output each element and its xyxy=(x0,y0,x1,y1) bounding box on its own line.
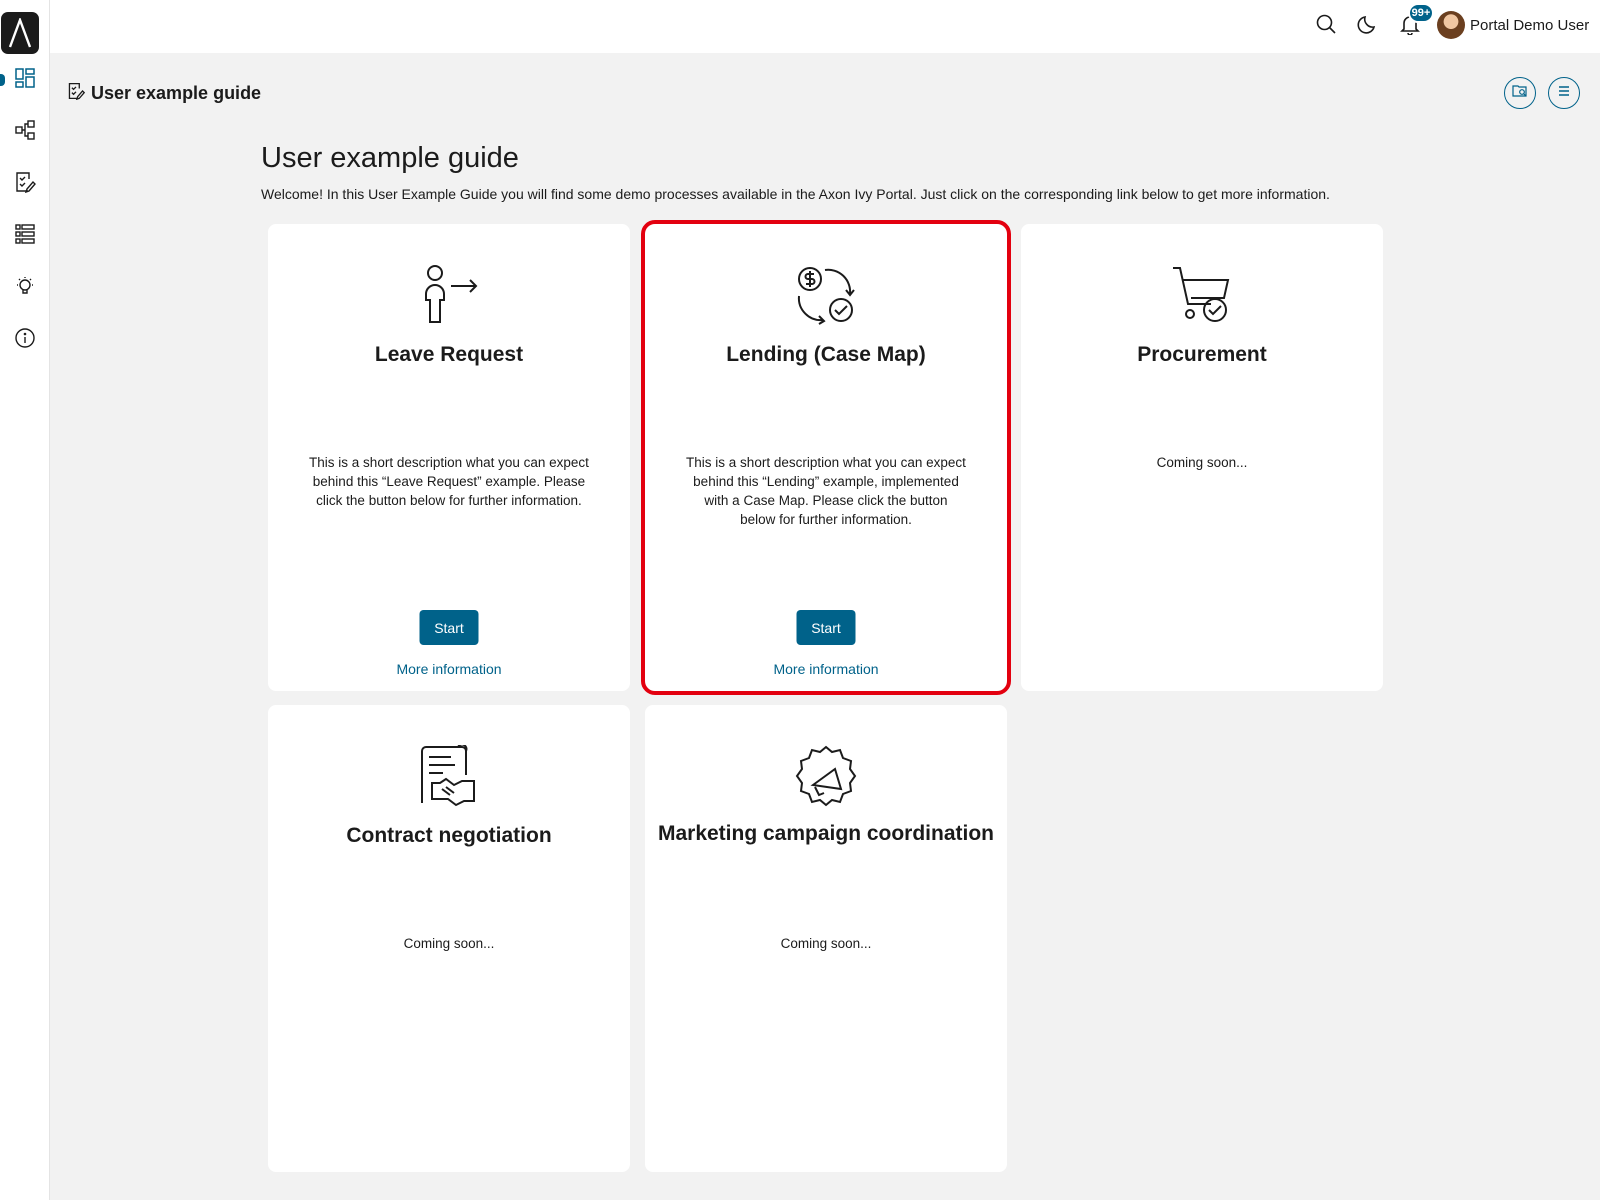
dark-mode-toggle[interactable] xyxy=(1355,13,1381,39)
folder-search-icon xyxy=(1512,83,1528,104)
process-search-button[interactable] xyxy=(1504,77,1536,109)
page-title: User example guide xyxy=(261,142,519,174)
page-edit-icon xyxy=(67,82,86,105)
menu-button[interactable] xyxy=(1548,77,1580,109)
lightbulb-icon xyxy=(14,275,36,302)
moon-icon xyxy=(1357,13,1379,40)
case-list-icon xyxy=(14,223,36,250)
shopping-cart-check-icon xyxy=(1171,264,1233,326)
more-information-link[interactable]: More information xyxy=(268,661,630,677)
card-marketing-campaign: Marketing campaign coordination Coming s… xyxy=(645,705,1007,1172)
start-button[interactable]: Start xyxy=(796,610,856,645)
intro-text: Welcome! In this User Example Guide you … xyxy=(261,186,1330,202)
search-icon xyxy=(1315,13,1337,40)
breadcrumb: User example guide xyxy=(67,82,261,105)
sidebar-item-about[interactable] xyxy=(9,324,41,356)
card-title: Leave Request xyxy=(374,343,524,366)
lending-money-icon xyxy=(795,264,857,326)
card-description: Coming soon... xyxy=(403,936,495,951)
card-lending-case-map: Lending (Case Map) This is a short descr… xyxy=(641,220,1011,695)
user-name[interactable]: Portal Demo User xyxy=(1470,17,1589,34)
process-icon xyxy=(14,119,36,146)
dashboard-icon xyxy=(14,67,36,94)
card-description: Coming soon... xyxy=(1156,455,1248,470)
person-leave-icon xyxy=(418,264,480,326)
sidebar xyxy=(0,0,50,1200)
card-title: Contract negotiation xyxy=(346,824,552,847)
card-title: Procurement xyxy=(1137,343,1267,366)
axon-ivy-logo[interactable] xyxy=(1,12,39,54)
card-description: This is a short description what you can… xyxy=(686,455,966,527)
sidebar-item-cases[interactable] xyxy=(9,220,41,252)
sidebar-item-processes[interactable] xyxy=(9,116,41,148)
task-edit-icon xyxy=(14,171,36,198)
search-button[interactable] xyxy=(1313,13,1339,39)
card-leave-request: Leave Request This is a short descriptio… xyxy=(268,224,630,691)
card-contract-negotiation: Contract negotiation Coming soon... xyxy=(268,705,630,1172)
card-description: Coming soon... xyxy=(780,936,872,951)
info-icon xyxy=(14,327,36,354)
card-title: Lending (Case Map) xyxy=(726,343,926,366)
avatar[interactable] xyxy=(1437,11,1465,39)
card-description: This is a short description what you can… xyxy=(309,455,589,508)
megaphone-badge-icon xyxy=(795,745,857,807)
more-information-link[interactable]: More information xyxy=(645,661,1007,677)
sidebar-item-dashboard[interactable] xyxy=(9,64,41,96)
sidebar-item-tasks[interactable] xyxy=(9,168,41,200)
sidebar-item-statistics[interactable] xyxy=(9,272,41,304)
card-procurement: Procurement Coming soon... xyxy=(1021,224,1383,691)
active-indicator xyxy=(0,74,5,86)
notification-badge: 99+ xyxy=(1408,3,1434,23)
card-title: Marketing campaign coordination xyxy=(657,822,995,845)
hamburger-icon xyxy=(1556,83,1572,104)
contract-handshake-icon xyxy=(418,745,480,807)
start-button[interactable]: Start xyxy=(419,610,479,645)
page-header-title: User example guide xyxy=(91,83,262,103)
